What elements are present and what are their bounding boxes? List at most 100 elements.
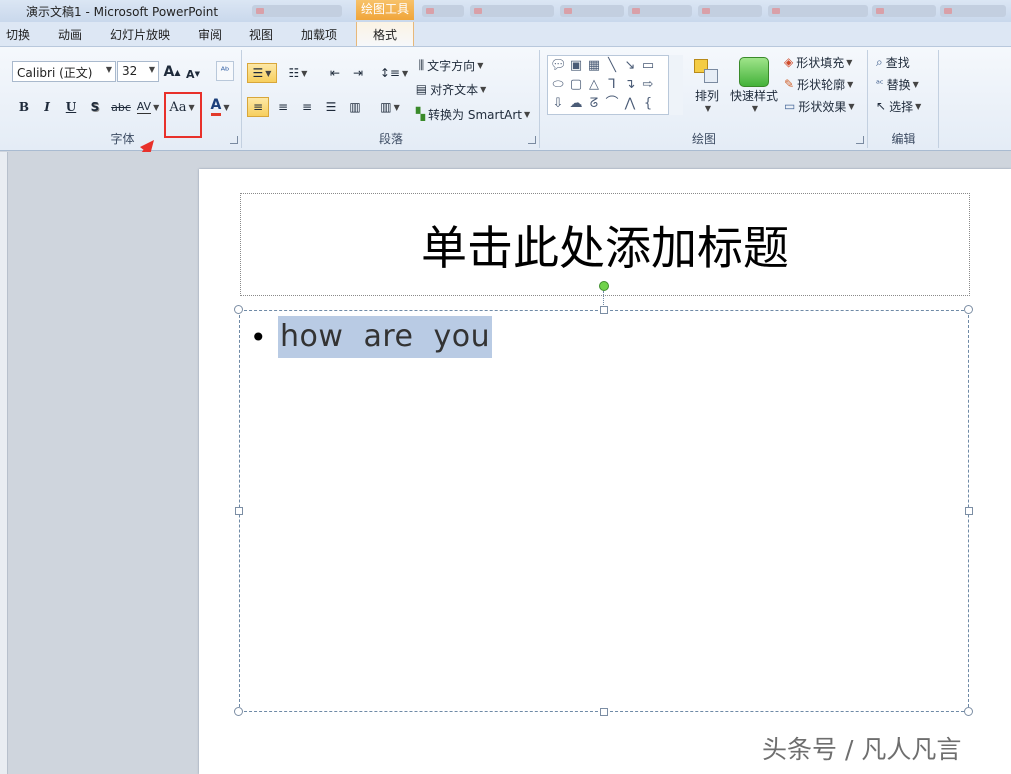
font-size-combo[interactable]: 32 ▼ bbox=[117, 61, 159, 82]
shape-effects-button[interactable]: ▭ 形状效果 ▼ bbox=[784, 97, 864, 115]
clear-formatting-icon[interactable]: ᴬᵇ bbox=[216, 61, 234, 81]
context-tab-header: 绘图工具 bbox=[356, 0, 414, 20]
background-tab[interactable] bbox=[422, 5, 464, 17]
freeform-shape-icon[interactable]: ᘔ bbox=[586, 96, 602, 112]
selected-body-text[interactable]: how are you bbox=[278, 316, 493, 358]
text-direction-button[interactable]: ⫼ 文字方向 ▼ bbox=[411, 55, 491, 75]
distributed-icon[interactable]: ▥ bbox=[344, 97, 366, 117]
tab-review[interactable]: 审阅 bbox=[198, 26, 222, 43]
effects-icon: ▭ bbox=[784, 99, 796, 113]
right-arrow-shape-icon[interactable]: ⇨ bbox=[640, 77, 656, 93]
character-spacing-button[interactable]: AV ▼ bbox=[135, 97, 161, 117]
resize-handle-top-left[interactable] bbox=[234, 305, 243, 314]
bullets-icon: ☰ bbox=[252, 66, 264, 80]
align-right-icon[interactable]: ≡ bbox=[296, 97, 318, 117]
font-color-button[interactable]: A ▼ bbox=[205, 96, 235, 118]
shape-outline-button[interactable]: ✎ 形状轮廓 ▼ bbox=[784, 75, 864, 93]
background-tab[interactable] bbox=[940, 5, 1006, 17]
arrange-button[interactable]: 排列 ▼ bbox=[688, 52, 726, 118]
shape-fill-button[interactable]: ◈ 形状填充 ▼ bbox=[784, 53, 864, 71]
tab-transitions[interactable]: 切换 bbox=[6, 26, 30, 43]
background-tab[interactable] bbox=[698, 5, 762, 17]
grow-font-button[interactable]: A ▲ bbox=[164, 62, 181, 82]
background-tab[interactable] bbox=[560, 5, 624, 17]
resize-handle-top[interactable] bbox=[600, 306, 608, 314]
justify-icon[interactable]: ☰ bbox=[320, 97, 342, 117]
italic-button[interactable]: I bbox=[39, 98, 55, 116]
replace-label: 替换 bbox=[886, 77, 911, 92]
quick-styles-label: 快速样式 bbox=[729, 89, 778, 103]
triangle-shape-icon[interactable]: △ bbox=[586, 77, 602, 93]
decrease-indent-icon[interactable]: ⇤ bbox=[325, 63, 345, 83]
align-center-icon[interactable]: ≡ bbox=[272, 97, 294, 117]
binoculars-icon: ⌕ bbox=[876, 54, 883, 69]
elbow-arrow-shape-icon[interactable]: ↴ bbox=[622, 77, 638, 93]
change-case-highlight-box bbox=[164, 92, 202, 138]
tab-addins[interactable]: 加载项 bbox=[301, 26, 337, 43]
numbering-button[interactable]: ☷ ▼ bbox=[283, 63, 313, 83]
resize-handle-right[interactable] bbox=[965, 507, 973, 515]
paragraph-dialog-launcher[interactable] bbox=[528, 136, 536, 144]
shrink-font-label: A bbox=[186, 67, 195, 81]
background-tab[interactable] bbox=[470, 5, 554, 17]
tab-slideshow[interactable]: 幻灯片放映 bbox=[110, 26, 170, 43]
slides-pane-edge[interactable] bbox=[0, 152, 8, 774]
font-dialog-launcher[interactable] bbox=[230, 136, 238, 144]
resize-handle-bottom-right[interactable] bbox=[964, 707, 973, 716]
align-text-button[interactable]: ▤ 对齐文本 ▼ bbox=[411, 79, 491, 99]
tab-view[interactable]: 视图 bbox=[249, 26, 273, 43]
bold-button[interactable]: B bbox=[16, 98, 32, 116]
vertical-textbox-shape-icon[interactable]: ▦ bbox=[586, 58, 602, 74]
title-placeholder-text[interactable]: 单击此处添加标题 bbox=[241, 212, 969, 278]
tab-animations[interactable]: 动画 bbox=[58, 26, 82, 43]
convert-smartart-label: 转换为 SmartArt bbox=[428, 107, 523, 122]
find-button[interactable]: ⌕ 查找 bbox=[876, 53, 928, 71]
arc-shape-icon[interactable]: ⌒ bbox=[604, 96, 620, 112]
font-size-value: 32 bbox=[122, 64, 138, 78]
resize-handle-top-right[interactable] bbox=[964, 305, 973, 314]
background-tab[interactable] bbox=[252, 5, 342, 17]
curve-shape-icon[interactable]: ⋀ bbox=[622, 96, 638, 112]
brace-shape-icon[interactable]: { bbox=[640, 96, 656, 112]
cloud-shape-icon[interactable]: ☁︎ bbox=[568, 96, 584, 112]
select-button[interactable]: ↖ 选择 ▼ bbox=[876, 97, 934, 115]
shrink-font-button[interactable]: A ▼ bbox=[185, 64, 201, 84]
chevron-down-icon[interactable]: ▼ bbox=[106, 65, 112, 74]
content-placeholder[interactable] bbox=[239, 310, 969, 712]
align-left-icon[interactable]: ≡ bbox=[247, 97, 269, 117]
arrow-line-shape-icon[interactable]: ↘ bbox=[622, 58, 638, 74]
background-tab[interactable] bbox=[872, 5, 936, 17]
underline-button[interactable]: U bbox=[63, 98, 79, 116]
columns-button[interactable]: ▥ ▼ bbox=[376, 97, 404, 117]
quick-styles-button[interactable]: 快速样式 ▼ bbox=[729, 52, 779, 118]
oval-shape-icon[interactable]: ⬭ bbox=[550, 77, 566, 93]
resize-handle-bottom-left[interactable] bbox=[234, 707, 243, 716]
convert-smartart-button[interactable]: ▚ 转换为 SmartArt ▼ bbox=[411, 104, 535, 124]
replace-button[interactable]: ᵃᶜ 替换 ▼ bbox=[876, 75, 934, 93]
line-spacing-button[interactable]: ↕≡ ▼ bbox=[380, 63, 408, 83]
background-tab[interactable] bbox=[768, 5, 868, 17]
bullets-button[interactable]: ☰ ▼ bbox=[247, 63, 277, 83]
textbox-shape-icon[interactable]: ▣ bbox=[568, 58, 584, 74]
text-shadow-button[interactable]: S bbox=[87, 98, 103, 116]
chevron-down-icon[interactable]: ▼ bbox=[149, 65, 155, 74]
drawing-dialog-launcher[interactable] bbox=[856, 136, 864, 144]
tab-format[interactable]: 格式 bbox=[356, 22, 414, 47]
rounded-rect-shape-icon[interactable]: ▢ bbox=[568, 77, 584, 93]
quick-styles-icon bbox=[739, 57, 769, 87]
rotation-handle[interactable] bbox=[599, 281, 609, 291]
strikethrough-button[interactable]: abc bbox=[110, 98, 132, 116]
callout-shape-icon[interactable]: 💬︎ bbox=[550, 58, 567, 74]
line-shape-icon[interactable]: ╲ bbox=[604, 58, 620, 74]
resize-handle-bottom[interactable] bbox=[600, 708, 608, 716]
resize-handle-left[interactable] bbox=[235, 507, 243, 515]
gallery-scrollbar[interactable] bbox=[668, 55, 683, 115]
elbow-connector-shape-icon[interactable]: ⅂ bbox=[604, 77, 620, 93]
background-tab[interactable] bbox=[628, 5, 692, 17]
rectangle-shape-icon[interactable]: ▭ bbox=[640, 58, 656, 74]
increase-indent-icon[interactable]: ⇥ bbox=[348, 63, 368, 83]
text-direction-label: 文字方向 bbox=[427, 58, 476, 73]
font-name-combo[interactable]: Calibri (正文) ▼ bbox=[12, 61, 116, 82]
down-arrow-shape-icon[interactable]: ⇩ bbox=[550, 96, 566, 112]
shape-gallery[interactable]: 💬︎ ▣ ▦ ╲ ↘ ▭ ⬭ ▢ △ ⅂ ↴ ⇨ ⇩ ☁︎ ᘔ ⌒ ⋀ { bbox=[547, 55, 683, 115]
